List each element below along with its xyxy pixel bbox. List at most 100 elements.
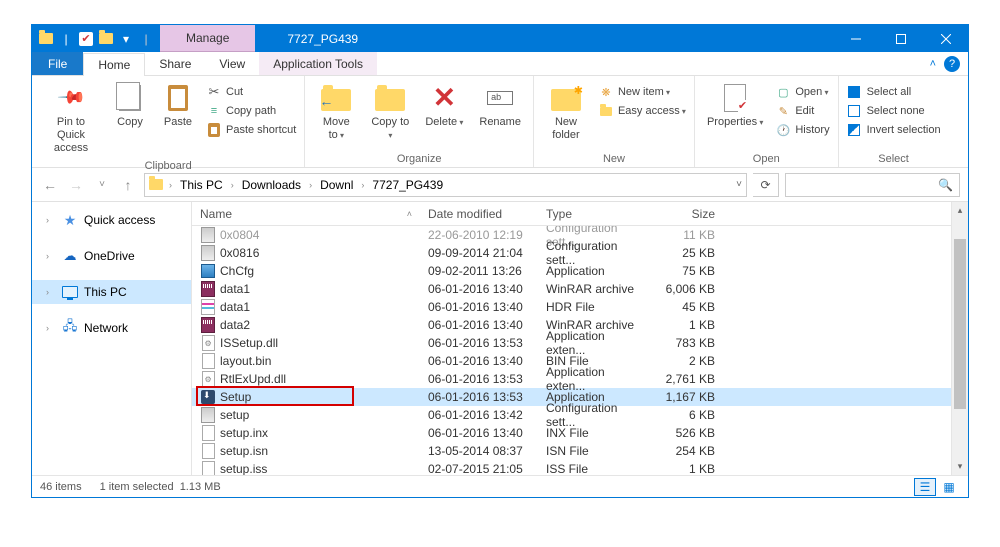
group-select: Select all Select none Invert selection …	[839, 76, 949, 167]
expand-icon[interactable]: ›	[46, 323, 56, 333]
file-list-pane: Name˄ Date modified Type Size 0x080422-0…	[192, 202, 951, 475]
column-size[interactable]: Size	[655, 207, 723, 221]
file-icon	[200, 353, 216, 369]
file-row[interactable]: ISSetup.dll06-01-2016 13:53Application e…	[192, 334, 951, 352]
select-none-button[interactable]: Select none	[847, 103, 941, 119]
up-button[interactable]: ↑	[118, 175, 138, 195]
back-button[interactable]: ←	[40, 175, 60, 195]
paste-shortcut-button[interactable]: Paste shortcut	[206, 122, 296, 138]
file-size: 11 KB	[655, 228, 723, 242]
select-all-button[interactable]: Select all	[847, 84, 941, 100]
properties-check-icon[interactable]: ✔	[78, 31, 94, 47]
scroll-down-icon[interactable]: ▾	[952, 458, 968, 475]
tab-share[interactable]: Share	[145, 52, 205, 75]
qat-separator: |	[58, 31, 74, 47]
file-row[interactable]: ChCfg09-02-2011 13:26Application75 KB	[192, 262, 951, 280]
breadcrumb[interactable]: This PC	[176, 178, 227, 192]
icons-view-button[interactable]: ▦	[938, 478, 960, 496]
column-name[interactable]: Name˄	[192, 207, 420, 221]
nav-network[interactable]: › 🖧 Network	[32, 316, 191, 340]
nav-quick-access[interactable]: › ★ Quick access	[32, 208, 191, 232]
file-row[interactable]: setup.iss02-07-2015 21:05ISS File1 KB	[192, 460, 951, 475]
file-row[interactable]: setup.inx06-01-2016 13:40INX File526 KB	[192, 424, 951, 442]
maximize-button[interactable]	[878, 25, 923, 52]
file-icon	[200, 407, 216, 423]
file-row[interactable]: data106-01-2016 13:40HDR File45 KB	[192, 298, 951, 316]
vertical-scrollbar[interactable]: ▴ ▾	[951, 202, 968, 475]
file-name: 0x0816	[220, 246, 420, 260]
column-type[interactable]: Type	[538, 207, 655, 221]
file-size: 526 KB	[655, 426, 723, 440]
address-dropdown-icon[interactable]: ˅	[736, 179, 742, 190]
recent-locations-button[interactable]: ˅	[92, 175, 112, 195]
pin-quick-access-button[interactable]: 📌 Pin to Quick access	[40, 80, 102, 158]
file-icon	[200, 317, 216, 333]
copy-to-button[interactable]: Copy to	[367, 80, 413, 144]
copy-button[interactable]: Copy	[110, 80, 150, 131]
tab-application-tools[interactable]: Application Tools	[259, 52, 377, 75]
content-body: › ★ Quick access › ☁ OneDrive › This PC …	[32, 202, 968, 475]
properties-button[interactable]: Properties	[703, 80, 767, 131]
file-row[interactable]: RtlExUpd.dll06-01-2016 13:53Application …	[192, 370, 951, 388]
chevron-right-icon[interactable]: ›	[309, 180, 312, 190]
qat-separator: |	[138, 31, 154, 47]
expand-icon[interactable]: ›	[46, 215, 56, 225]
invert-selection-button[interactable]: Invert selection	[847, 122, 941, 138]
file-date: 06-01-2016 13:53	[420, 336, 538, 350]
tab-home[interactable]: Home	[83, 53, 145, 76]
file-date: 13-05-2014 08:37	[420, 444, 538, 458]
close-button[interactable]	[923, 25, 968, 52]
new-item-button[interactable]: ❋New item	[598, 84, 686, 100]
refresh-button[interactable]: ⟳	[753, 173, 779, 197]
expand-icon[interactable]: ›	[46, 287, 56, 297]
open-button[interactable]: ▢Open	[775, 84, 829, 100]
chevron-right-icon[interactable]: ›	[231, 180, 234, 190]
ribbon: 📌 Pin to Quick access Copy Paste ✂Cut ≡C…	[32, 76, 968, 168]
file-row[interactable]: data106-01-2016 13:40WinRAR archive6,006…	[192, 280, 951, 298]
cut-label: Cut	[226, 86, 243, 98]
address-bar[interactable]: › This PC › Downloads › Downl › 7727_PG4…	[144, 173, 747, 197]
chevron-right-icon[interactable]: ›	[361, 180, 364, 190]
group-label: Select	[847, 151, 941, 165]
qat-dropdown-icon[interactable]: ▾	[118, 31, 134, 47]
column-date[interactable]: Date modified	[420, 207, 538, 221]
group-new: New folder ❋New item Easy access New	[534, 76, 695, 167]
forward-button[interactable]: →	[66, 175, 86, 195]
edit-button[interactable]: ✎Edit	[775, 103, 829, 119]
paste-button[interactable]: Paste	[158, 80, 198, 131]
file-row[interactable]: setup.isn13-05-2014 08:37ISN File254 KB	[192, 442, 951, 460]
move-to-button[interactable]: ← Move to	[313, 80, 359, 144]
breadcrumb[interactable]: Downloads	[238, 178, 305, 192]
delete-button[interactable]: ✕ Delete	[421, 80, 467, 131]
search-input[interactable]: 🔍	[785, 173, 960, 197]
nav-this-pc[interactable]: › This PC	[32, 280, 191, 304]
minimize-button[interactable]	[833, 25, 878, 52]
copy-path-button[interactable]: ≡Copy path	[206, 103, 296, 119]
scroll-up-icon[interactable]: ▴	[952, 202, 968, 219]
help-icon[interactable]: ?	[944, 56, 960, 72]
new-folder-button[interactable]: New folder	[542, 80, 590, 144]
tab-view[interactable]: View	[205, 52, 259, 75]
tab-file[interactable]: File	[32, 52, 83, 75]
cut-button[interactable]: ✂Cut	[206, 84, 296, 100]
scroll-thumb[interactable]	[954, 239, 966, 409]
easy-access-button[interactable]: Easy access	[598, 103, 686, 119]
file-icon	[200, 227, 216, 243]
expand-icon[interactable]: ›	[46, 251, 56, 261]
cloud-icon: ☁	[62, 248, 78, 264]
title-bar: | ✔ ▾ | Manage 7727_PG439	[32, 25, 968, 52]
history-button[interactable]: 🕐History	[775, 122, 829, 138]
breadcrumb[interactable]: 7727_PG439	[368, 178, 447, 192]
new-item-label: New item	[618, 86, 670, 98]
details-view-button[interactable]: ☰	[914, 478, 936, 496]
contextual-tab-header: Manage	[160, 25, 255, 52]
file-row[interactable]: setup06-01-2016 13:42Configuration sett.…	[192, 406, 951, 424]
chevron-right-icon[interactable]: ›	[169, 180, 172, 190]
ribbon-collapse-icon[interactable]: ˄	[930, 58, 936, 70]
rename-button[interactable]: Rename	[475, 80, 525, 131]
breadcrumb[interactable]: Downl	[316, 178, 357, 192]
nav-label: This PC	[84, 285, 127, 299]
file-row[interactable]: 0x081609-09-2014 21:04Configuration sett…	[192, 244, 951, 262]
file-size: 1 KB	[655, 462, 723, 475]
nav-onedrive[interactable]: › ☁ OneDrive	[32, 244, 191, 268]
